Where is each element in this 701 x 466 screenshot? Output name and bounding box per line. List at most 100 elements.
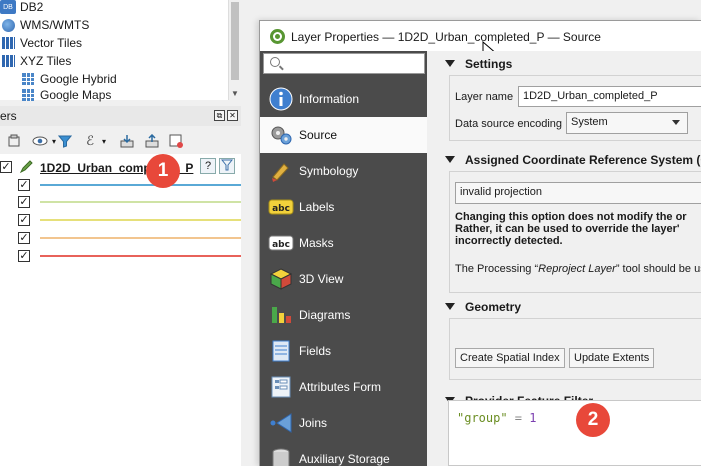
masks-icon: abc <box>268 230 294 256</box>
xyz-tiles-icon <box>1 55 15 67</box>
symbol-checkbox[interactable]: ✓ <box>18 196 30 208</box>
chevron-down-icon <box>672 120 680 125</box>
browser-scrollbar[interactable]: ▼ <box>228 0 241 100</box>
browser-panel: DB DB2 WMS/WMTS Vector Tiles XYZ Tiles G… <box>0 0 241 102</box>
undock-icon[interactable]: ⧉ <box>214 110 225 121</box>
collapse-arrow-icon[interactable] <box>445 60 455 67</box>
vector-tiles-icon <box>1 37 15 49</box>
nav-label: Attributes Form <box>299 380 382 394</box>
nav-item-information[interactable]: Information <box>260 81 427 117</box>
create-spatial-index-button[interactable]: Create Spatial Index <box>455 348 565 368</box>
expr-value: 1 <box>529 411 537 425</box>
symbol-line-4 <box>40 237 241 239</box>
dialog-titlebar[interactable]: Layer Properties — 1D2D_Urban_completed_… <box>260 21 701 60</box>
note-text: ” tool should be use <box>615 263 701 275</box>
section-title: Geometry <box>465 300 522 314</box>
nav-label: Information <box>299 92 360 106</box>
nav-item-attributes-form[interactable]: Attributes Form <box>260 369 427 405</box>
collapse-arrow-icon[interactable] <box>445 156 455 163</box>
crs-section-header[interactable]: Assigned Coordinate Reference System (C <box>427 150 701 170</box>
3d-view-icon <box>268 266 294 292</box>
crs-warning-line-1: Changing this option does not modify the… <box>455 211 687 223</box>
nav-label: Labels <box>299 200 335 214</box>
panel-splitter[interactable] <box>241 0 248 466</box>
browser-item-label: Google Maps <box>40 88 112 102</box>
nav-item-symbology[interactable]: Symbology <box>260 153 427 189</box>
nav-item-source[interactable]: Source <box>260 117 427 153</box>
symbology-icon <box>268 158 294 184</box>
symbol-checkbox[interactable]: ✓ <box>18 214 30 226</box>
symbol-line-2 <box>40 201 241 203</box>
nav-item-auxiliary-storage[interactable]: Auxiliary Storage <box>260 441 427 466</box>
nav-item-diagrams[interactable]: Diagrams <box>260 297 427 333</box>
nav-label: Source <box>299 128 338 142</box>
collapse-all-icon[interactable] <box>144 133 160 149</box>
nav-item-fields[interactable]: Fields <box>260 333 427 369</box>
symbol-checkbox[interactable]: ✓ <box>18 179 30 191</box>
auxiliary-storage-icon <box>268 446 294 466</box>
remove-layer-icon[interactable] <box>168 133 184 149</box>
browser-item-db2[interactable]: DB DB2 <box>0 0 43 16</box>
nav-label: Symbology <box>299 164 359 178</box>
nav-label: 3D View <box>299 272 344 286</box>
properties-sidebar: Information Source Symbology abc Labels … <box>260 51 427 466</box>
settings-section-header[interactable]: Settings <box>427 54 701 74</box>
layer-visibility-checkbox[interactable]: ✓ <box>0 161 12 173</box>
qgis-logo-icon <box>270 29 285 44</box>
nav-item-3d-view[interactable]: 3D View <box>260 261 427 297</box>
annotation-badge-1: 1 <box>146 154 180 188</box>
nav-item-joins[interactable]: Joins <box>260 405 427 441</box>
symbol-line-3 <box>40 219 241 221</box>
search-icon <box>270 57 280 67</box>
close-panel-icon[interactable]: ✕ <box>227 110 238 121</box>
sidebar-search-input[interactable] <box>263 53 425 74</box>
encoding-value: System <box>571 116 608 128</box>
globe-icon <box>1 18 15 32</box>
section-title: Settings <box>465 57 513 71</box>
layer-filter-icon[interactable] <box>219 158 235 174</box>
browser-item-label: Google Hybrid <box>40 72 117 86</box>
crs-processing-note: The Processing “Reproject Layer” tool sh… <box>455 263 701 275</box>
symbol-checkbox[interactable]: ✓ <box>18 250 30 262</box>
expr-operator: = <box>507 411 530 425</box>
feature-filter-editor[interactable]: "group" = 1 <box>448 400 701 466</box>
layer-notes-icon[interactable]: ? <box>200 158 216 174</box>
symbol-line-5 <box>40 255 241 257</box>
expand-all-icon[interactable] <box>119 133 135 149</box>
scroll-down-arrow-icon[interactable]: ▼ <box>231 89 239 98</box>
browser-item-label: Vector Tiles <box>20 36 83 50</box>
add-group-icon[interactable] <box>6 133 22 149</box>
crs-select[interactable]: invalid projection <box>455 182 701 204</box>
browser-item-google-maps[interactable]: Google Maps <box>20 88 111 102</box>
browser-item-xyz-tiles[interactable]: XYZ Tiles <box>0 52 71 70</box>
encoding-select[interactable]: System <box>566 112 688 134</box>
joins-icon <box>268 410 294 436</box>
expr-field: "group" <box>457 411 508 425</box>
symbol-checkbox[interactable]: ✓ <box>18 232 30 244</box>
labels-icon: abc <box>268 194 294 220</box>
dialog-title: Layer Properties — 1D2D_Urban_completed_… <box>291 30 601 44</box>
scrollbar-thumb[interactable] <box>231 2 239 80</box>
browser-item-wms[interactable]: WMS/WMTS <box>0 16 89 34</box>
update-extents-button[interactable]: Update Extents <box>569 348 655 368</box>
dropdown-arrow-icon[interactable]: ▾ <box>96 133 112 149</box>
filter-icon[interactable] <box>57 133 73 149</box>
collapse-arrow-icon[interactable] <box>445 303 455 310</box>
geometry-section-header[interactable]: Geometry <box>427 297 701 317</box>
xyz-grid-icon <box>22 89 34 101</box>
browser-item-google-hybrid[interactable]: Google Hybrid <box>20 70 117 88</box>
nav-item-labels[interactable]: abc Labels <box>260 189 427 225</box>
nav-label: Fields <box>299 344 332 358</box>
nav-label: Diagrams <box>299 308 351 322</box>
filter-expression: "group" = 1 <box>457 411 537 425</box>
information-icon <box>268 86 294 112</box>
nav-label: Joins <box>299 416 328 430</box>
layer-name-input[interactable]: 1D2D_Urban_completed_P <box>518 86 701 107</box>
svg-text:abc: abc <box>272 240 290 250</box>
nav-item-masks[interactable]: abc Masks <box>260 225 427 261</box>
browser-item-vector-tiles[interactable]: Vector Tiles <box>0 34 82 52</box>
encoding-label: Data source encoding <box>455 118 563 130</box>
attributes-form-icon <box>268 374 294 400</box>
xyz-grid-icon <box>22 73 34 85</box>
symbol-line-1 <box>40 184 241 186</box>
